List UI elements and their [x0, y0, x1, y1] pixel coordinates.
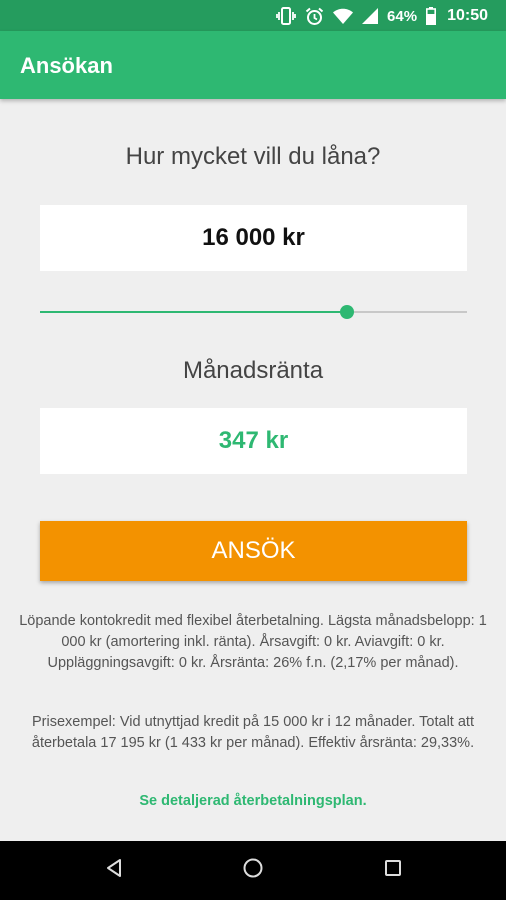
page-title: Ansökan [20, 53, 113, 78]
back-icon [105, 858, 123, 883]
price-example-text: Prisexempel: Vid utnyttjad kredit på 15 … [31, 714, 475, 751]
loan-question: Hur mycket vill du låna? [125, 143, 381, 170]
back-button[interactable] [84, 841, 144, 900]
home-icon [242, 857, 264, 884]
alarm-icon [305, 7, 324, 26]
loan-amount-value: 16 000 kr [202, 224, 305, 251]
repayment-plan-link[interactable]: Se detaljerad återbetalningsplan. [0, 793, 506, 809]
navigation-bar [0, 841, 506, 900]
loan-amount-field[interactable]: 16 000 kr [40, 205, 467, 271]
signal-icon [362, 8, 379, 24]
loan-terms-text: Löpande kontokredit med flexibel återbet… [19, 613, 487, 671]
app-bar: Ansökan [0, 31, 506, 99]
battery-icon [426, 7, 437, 25]
clock: 10:50 [447, 7, 488, 24]
status-bar: 64% 10:50 [0, 0, 506, 31]
battery-percent: 64% [387, 7, 418, 25]
slider-thumb[interactable] [340, 305, 355, 319]
apply-button[interactable]: ANSÖK [40, 521, 467, 581]
slider-fill [40, 311, 348, 313]
status-icons: 64% 10:50 [276, 6, 488, 26]
vibrate-icon [276, 7, 296, 25]
monthly-rate-box: 347 kr [40, 408, 467, 474]
monthly-rate-value: 347 kr [218, 427, 289, 454]
recents-button[interactable] [363, 841, 423, 900]
monthly-rate-label: Månadsränta [182, 357, 324, 384]
wifi-icon [333, 8, 354, 24]
loan-amount-slider[interactable] [40, 300, 467, 324]
recents-icon [384, 859, 402, 882]
home-button[interactable] [223, 841, 283, 900]
